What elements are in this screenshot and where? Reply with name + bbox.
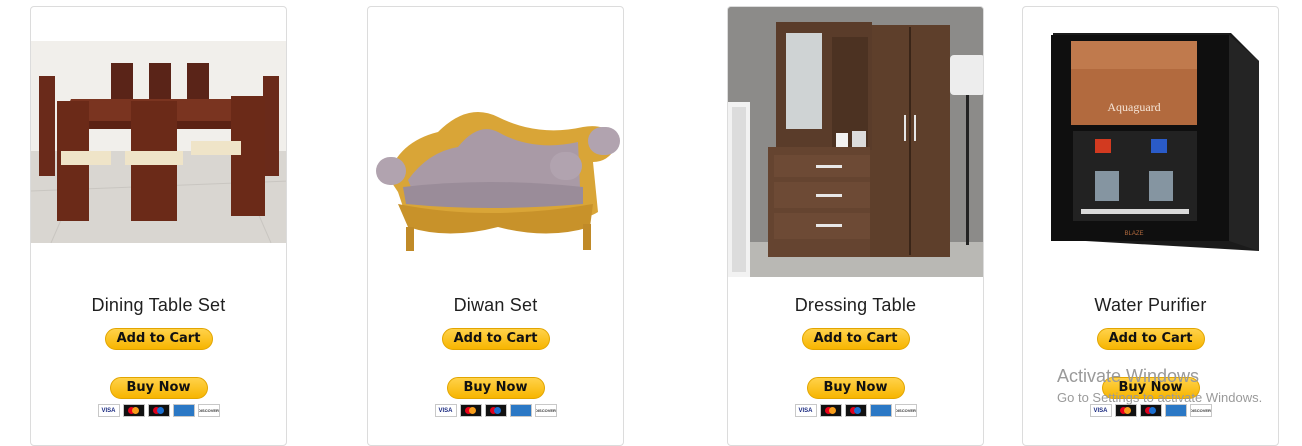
- maestro-icon: [484, 404, 507, 417]
- mastercard-icon: [122, 404, 145, 417]
- product-card-water-purifier: Aquaguard BLAZE Water Purifier Add to Ca…: [1022, 6, 1279, 446]
- maestro-icon: [844, 404, 867, 417]
- product-card-diwan-set: Diwan Set Add to Cart Buy Now VISA DISCO…: [367, 6, 624, 446]
- buy-now-button[interactable]: Buy Now: [1101, 377, 1200, 399]
- product-title[interactable]: Diwan Set: [368, 295, 623, 316]
- diwan-sofa-image[interactable]: [368, 92, 623, 262]
- discover-icon: DISCOVER: [534, 404, 557, 417]
- buy-now-button[interactable]: Buy Now: [446, 377, 545, 399]
- dining-table-set-image[interactable]: [31, 41, 286, 243]
- amex-icon: [1164, 404, 1187, 417]
- discover-icon: DISCOVER: [894, 404, 917, 417]
- add-to-cart-button[interactable]: Add to Cart: [441, 328, 550, 350]
- product-title[interactable]: Dressing Table: [728, 295, 983, 316]
- payment-icons: VISA DISCOVER: [97, 404, 220, 417]
- visa-icon: VISA: [97, 404, 120, 417]
- mastercard-icon: [819, 404, 842, 417]
- buy-now-button[interactable]: Buy Now: [806, 377, 905, 399]
- visa-icon: VISA: [1089, 404, 1112, 417]
- purifier-brand-label: Aquaguard: [1107, 100, 1160, 114]
- maestro-icon: [147, 404, 170, 417]
- amex-icon: [172, 404, 195, 417]
- amex-icon: [869, 404, 892, 417]
- payment-icons: VISA DISCOVER: [794, 404, 917, 417]
- mastercard-icon: [459, 404, 482, 417]
- dressing-table-image[interactable]: [728, 7, 983, 277]
- amex-icon: [509, 404, 532, 417]
- visa-icon: VISA: [434, 404, 457, 417]
- product-card-dressing-table: Dressing Table Add to Cart Buy Now VISA …: [727, 6, 984, 446]
- product-card-dining-table: Dining Table Set Add to Cart Buy Now VIS…: [30, 6, 287, 446]
- add-to-cart-button[interactable]: Add to Cart: [104, 328, 213, 350]
- product-title[interactable]: Water Purifier: [1023, 295, 1278, 316]
- product-title[interactable]: Dining Table Set: [31, 295, 286, 316]
- payment-icons: VISA DISCOVER: [1089, 404, 1212, 417]
- mastercard-icon: [1114, 404, 1137, 417]
- visa-icon: VISA: [794, 404, 817, 417]
- add-to-cart-button[interactable]: Add to Cart: [1096, 328, 1205, 350]
- buy-now-button[interactable]: Buy Now: [109, 377, 208, 399]
- purifier-model-label: BLAZE: [1124, 231, 1143, 237]
- add-to-cart-button[interactable]: Add to Cart: [801, 328, 910, 350]
- payment-icons: VISA DISCOVER: [434, 404, 557, 417]
- maestro-icon: [1139, 404, 1162, 417]
- water-purifier-image[interactable]: Aquaguard BLAZE: [1023, 21, 1278, 266]
- discover-icon: DISCOVER: [1189, 404, 1212, 417]
- discover-icon: DISCOVER: [197, 404, 220, 417]
